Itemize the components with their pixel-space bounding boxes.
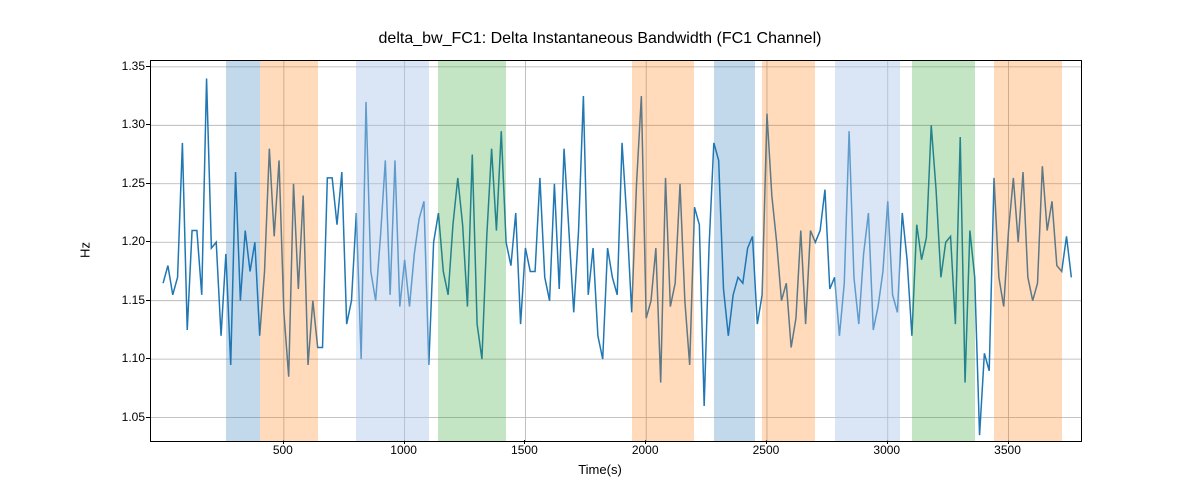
plot-area	[150, 60, 1082, 442]
y-tick: 1.25	[122, 176, 145, 190]
span-band	[438, 61, 506, 441]
y-tick: 1.15	[122, 293, 145, 307]
span-band	[226, 61, 260, 441]
y-axis-label: Hz	[78, 242, 93, 258]
span-band	[632, 61, 695, 441]
x-axis-label: Time(s)	[0, 462, 1200, 477]
x-tick: 1500	[511, 443, 538, 457]
figure: delta_bw_FC1: Delta Instantaneous Bandwi…	[0, 0, 1200, 500]
span-band	[356, 61, 390, 441]
span-band	[912, 61, 975, 441]
span-band	[762, 61, 815, 441]
span-band	[260, 61, 318, 441]
x-tick: 3000	[873, 443, 900, 457]
x-tick: 1000	[390, 443, 417, 457]
y-tick: 1.30	[122, 117, 145, 131]
span-band	[866, 61, 900, 441]
chart-title: delta_bw_FC1: Delta Instantaneous Bandwi…	[0, 30, 1200, 48]
span-band	[835, 61, 866, 441]
y-tick: 1.10	[122, 351, 145, 365]
span-band	[714, 61, 755, 441]
span-band	[390, 61, 429, 441]
y-tick: 1.20	[122, 234, 145, 248]
x-tick: 500	[273, 443, 293, 457]
x-tick: 2500	[753, 443, 780, 457]
x-tick: 2000	[632, 443, 659, 457]
y-tick: 1.35	[122, 59, 145, 73]
y-tick: 1.05	[122, 410, 145, 424]
x-tick: 3500	[994, 443, 1021, 457]
span-band	[994, 61, 1062, 441]
